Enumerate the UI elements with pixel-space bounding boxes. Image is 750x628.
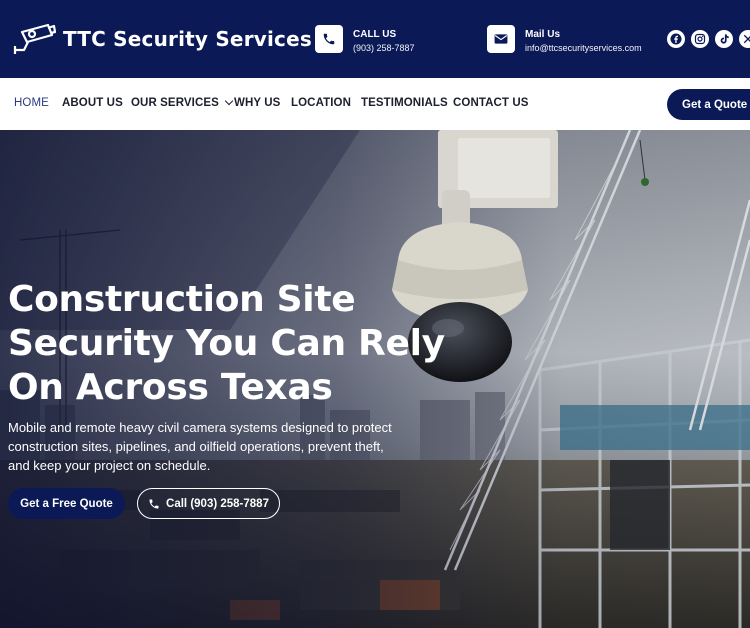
top-bar: TTC Security Services CALL US (903) 258-… [0,0,750,78]
mail-us-block[interactable]: Mail Us info@ttcsecurityservices.com [487,25,657,53]
chevron-down-icon [224,96,234,106]
nav-home[interactable]: HOME [14,97,49,109]
mail-us-address[interactable]: info@ttcsecurityservices.com [525,43,642,53]
call-button[interactable]: Call (903) 258-7887 [137,488,280,519]
security-camera-icon[interactable] [12,20,57,56]
main-navigation: HOME ABOUT US OUR SERVICES WHY US LOCATI… [0,78,750,130]
call-us-number[interactable]: (903) 258-7887 [353,43,415,53]
nav-why-us[interactable]: WHY US [234,97,280,109]
call-us-title: CALL US [353,29,397,40]
phone-icon [315,25,343,53]
nav-about-us[interactable]: ABOUT US [62,97,123,109]
get-free-quote-button[interactable]: Get a Free Quote [8,488,125,519]
tiktok-icon[interactable] [715,30,733,48]
nav-our-services-label: OUR SERVICES [131,97,219,109]
mail-icon [487,25,515,53]
facebook-icon[interactable] [667,30,685,48]
headline-line: Construction Site [8,279,356,320]
get-a-quote-button[interactable]: Get a Quote [667,89,750,120]
brand-name[interactable]: TTC Security Services [63,27,312,51]
hero-section: Construction Site Security You Can Rely … [0,130,750,628]
call-button-label: Call (903) 258-7887 [166,497,269,510]
nav-our-services[interactable]: OUR SERVICES [131,96,234,109]
call-us-block[interactable]: CALL US (903) 258-7887 [315,25,455,53]
headline-line: Security You Can Rely [8,323,445,364]
hero-headline: Construction Site Security You Can Rely … [8,278,448,410]
nav-location[interactable]: LOCATION [291,97,351,109]
instagram-icon[interactable] [691,30,709,48]
nav-testimonials[interactable]: TESTIMONIALS [361,97,448,109]
headline-line: On Across Texas [8,367,333,408]
hero-description: Mobile and remote heavy civil camera sys… [8,420,392,473]
phone-icon [149,499,159,508]
nav-contact-us[interactable]: CONTACT US [453,97,529,109]
x-icon[interactable] [739,30,750,48]
mail-us-title: Mail Us [525,29,561,40]
